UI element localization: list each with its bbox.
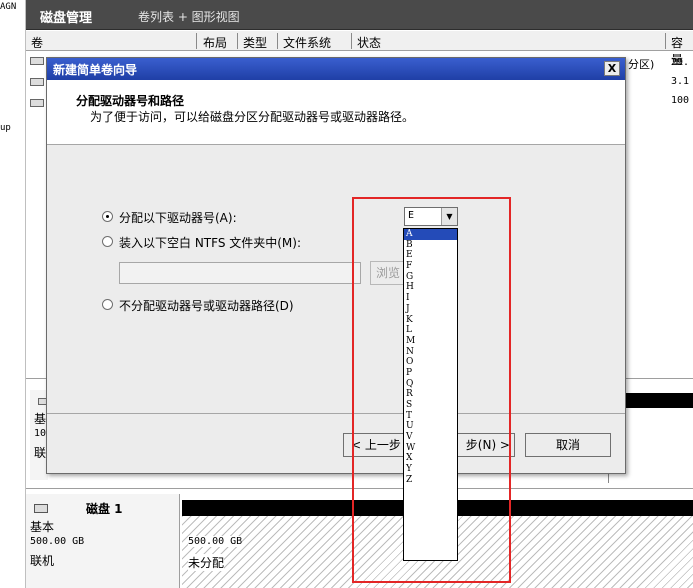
disk-1-size: 500.00 GB	[30, 536, 85, 547]
disk-1-status: 联机	[30, 554, 55, 568]
mount-folder-radio[interactable]	[102, 236, 113, 247]
cancel-button[interactable]: 取消	[525, 433, 611, 457]
left-strip-text: AGN	[0, 2, 17, 12]
disk-1-type: 基本	[30, 520, 55, 534]
disk-1-name: 磁盘 1	[86, 502, 123, 516]
page-title: 分配驱动器号和路径	[76, 94, 185, 108]
disk-management-header: 磁盘管理 卷列表 + 图形视图	[26, 0, 693, 30]
volume-icon	[30, 78, 44, 86]
wizard-title: 新建简单卷向导	[53, 63, 138, 77]
disk-icon	[34, 504, 48, 513]
folder-path-input[interactable]	[119, 262, 361, 284]
volume-icon	[30, 99, 44, 107]
disk-0-status: 联	[34, 446, 47, 460]
column-layout[interactable]: 布局	[203, 34, 227, 51]
assign-letter-label[interactable]: 分配以下驱动器号(A):	[119, 209, 237, 226]
page-description: 为了便于访问，可以给磁盘分区分配驱动器号或驱动器路径。	[90, 110, 415, 124]
column-filesystem[interactable]: 文件系统	[283, 34, 331, 51]
unallocated-size: 500.00 GB	[188, 536, 243, 547]
annotation-highlight-box	[352, 197, 511, 583]
disk-1-info[interactable]: 磁盘 1 基本 500.00 GB 联机	[26, 494, 180, 588]
mount-folder-label[interactable]: 装入以下空白 NTFS 文件夹中(M):	[119, 234, 301, 251]
left-strip: AGN up	[0, 0, 26, 588]
vol-row-capacity: 29.	[671, 57, 690, 68]
column-volume[interactable]: 卷	[31, 34, 43, 51]
vol-row-fragment: 分区)	[628, 58, 655, 71]
console-view: 卷列表 + 图形视图	[138, 10, 240, 24]
vol-row-capacity: 100	[671, 95, 690, 106]
console-title: 磁盘管理	[40, 11, 93, 26]
no-assign-label[interactable]: 不分配驱动器号或驱动器路径(D)	[119, 297, 294, 314]
divider	[47, 413, 625, 414]
disk-0-type: 基	[34, 412, 47, 426]
vol-row-capacity: 3.1	[671, 76, 690, 87]
new-simple-volume-wizard: 新建简单卷向导 X 分配驱动器号和路径 为了便于访问，可以给磁盘分区分配驱动器号…	[46, 57, 626, 474]
no-assign-radio[interactable]	[102, 299, 113, 310]
assign-letter-radio[interactable]	[102, 211, 113, 222]
volume-icon	[30, 57, 44, 65]
volume-list-header: 卷 布局 类型 文件系统 状态 容量	[26, 31, 693, 67]
column-type[interactable]: 类型	[243, 34, 267, 51]
left-strip-text: up	[0, 123, 11, 133]
disk-0-size: 10	[34, 428, 47, 439]
unallocated-label: 未分配	[188, 554, 225, 571]
wizard-title-bar[interactable]: 新建简单卷向导 X	[47, 58, 625, 80]
wizard-header: 分配驱动器号和路径 为了便于访问，可以给磁盘分区分配驱动器号或驱动器路径。	[47, 80, 625, 145]
column-status[interactable]: 状态	[357, 34, 381, 51]
close-icon[interactable]: X	[604, 61, 620, 76]
